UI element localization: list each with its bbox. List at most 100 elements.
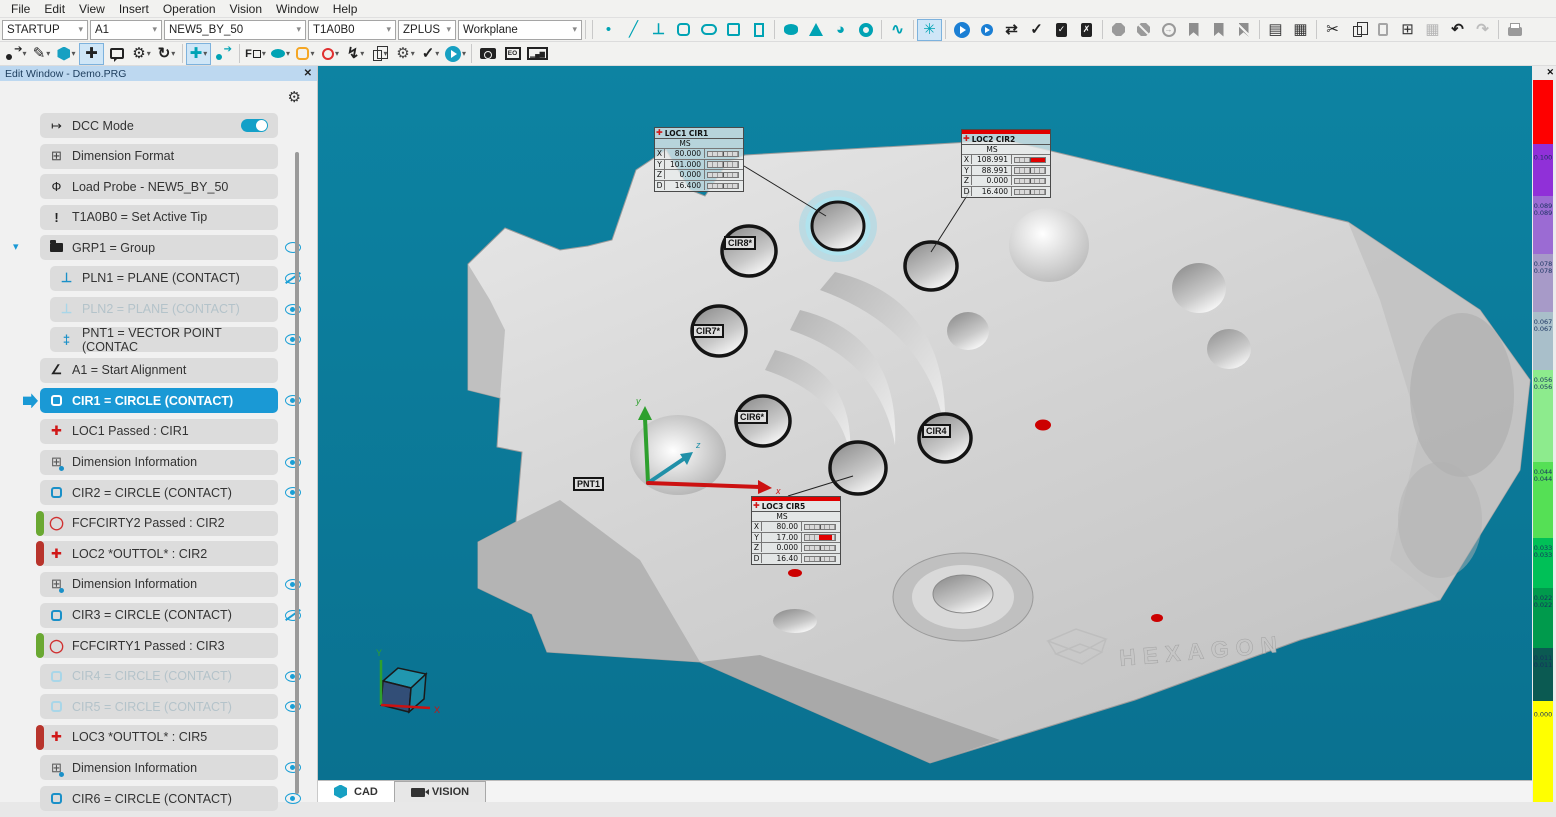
active-tip-dropdown[interactable]: T1A0B0▾ xyxy=(308,20,396,40)
paste-special-icon[interactable]: ⊞ xyxy=(1395,19,1420,41)
exposure-box-icon[interactable]: EO xyxy=(500,43,525,65)
path-settings-icon[interactable]: ⚙▾ xyxy=(393,43,418,65)
command-item[interactable]: ⊞Dimension Information xyxy=(40,450,278,475)
circle-icon[interactable] xyxy=(671,19,696,41)
command-item[interactable]: CIR5 = CIRCLE (CONTACT) xyxy=(40,694,278,719)
visibility-eye-icon[interactable] xyxy=(285,793,301,804)
ellipse-icon[interactable]: ▾ xyxy=(268,43,293,65)
report-window-icon[interactable]: ▦ xyxy=(1288,19,1313,41)
report-list-icon[interactable]: ▤ xyxy=(1263,19,1288,41)
sphere-icon[interactable]: ◕ xyxy=(828,19,853,41)
grid-icon[interactable]: ▦ xyxy=(1420,19,1445,41)
execute-from-cursor-icon[interactable] xyxy=(974,19,999,41)
feature-tag-pnt1[interactable]: PNT1 xyxy=(573,477,604,491)
menu-vision[interactable]: Vision xyxy=(223,2,269,16)
command-item[interactable]: ✚LOC1 Passed : CIR1 xyxy=(40,419,278,444)
report-check-icon[interactable]: ✓ xyxy=(1049,19,1074,41)
dimension-label-loc2-cir2[interactable]: ✚LOC2 CIR2MSX108.991Y88.991Z0.000D16.400 xyxy=(961,129,1051,198)
goto-icon[interactable]: → xyxy=(1156,19,1181,41)
command-item[interactable]: CIR6 = CIRCLE (CONTACT) xyxy=(40,786,278,811)
command-item[interactable]: ◯FCFCIRTY1 Passed : CIR3 xyxy=(40,633,278,658)
stop-disabled-icon[interactable] xyxy=(1131,19,1156,41)
pan-icon[interactable]: ✚ xyxy=(79,43,104,65)
menu-insert[interactable]: Insert xyxy=(112,2,156,16)
edit-cad-icon[interactable]: ✎▾ xyxy=(29,43,54,65)
command-item[interactable]: ФLoad Probe - NEW5_BY_50 xyxy=(40,174,278,199)
rounded-square-icon[interactable]: ▾ xyxy=(293,43,318,65)
panel-scrollbar[interactable] xyxy=(295,152,299,794)
undo-icon[interactable]: ↶ xyxy=(1445,19,1470,41)
paste-icon[interactable] xyxy=(1370,19,1395,41)
tab-vision[interactable]: VISION xyxy=(394,781,486,802)
menu-edit[interactable]: Edit xyxy=(37,2,72,16)
print-icon[interactable] xyxy=(1502,19,1527,41)
auto-feature-icon[interactable]: ✳ xyxy=(917,19,942,41)
quick-align-icon[interactable]: ↯▾ xyxy=(343,43,368,65)
rotate-view-icon[interactable]: ↻▾ xyxy=(154,43,179,65)
command-item[interactable]: ◯FCFCIRTY2 Passed : CIR2 xyxy=(40,511,278,536)
command-item[interactable]: ✚LOC3 *OUTTOL* : CIR5 xyxy=(40,725,278,750)
command-item[interactable]: ↦DCC Mode xyxy=(40,113,278,138)
probe-file-dropdown[interactable]: NEW5_BY_50▾ xyxy=(164,20,306,40)
workplane-dropdown[interactable]: Workplane▾ xyxy=(458,20,582,40)
alignment-dropdown[interactable]: A1▾ xyxy=(90,20,162,40)
command-item[interactable]: ⊞Dimension Information xyxy=(40,755,278,780)
round-slot-icon[interactable] xyxy=(696,19,721,41)
menu-help[interactable]: Help xyxy=(326,2,365,16)
feature-tag-cir7[interactable]: CIR7* xyxy=(692,324,724,338)
rectangle-icon[interactable] xyxy=(746,19,771,41)
run-icon[interactable]: ▾ xyxy=(443,43,468,65)
command-item[interactable]: GRP1 = Group xyxy=(40,235,278,260)
cad-viewport[interactable]: HEXAGON y z x Y X ✚LOC1 CIR1MSX80.000Y10… xyxy=(318,66,1532,780)
report-edit-icon[interactable]: ✗ xyxy=(1074,19,1099,41)
tab-cad[interactable]: CAD xyxy=(318,781,394,802)
feature-circle-cir5[interactable] xyxy=(830,442,886,494)
mark-done-icon[interactable]: ✓ xyxy=(1024,19,1049,41)
startup-dropdown[interactable]: STARTUP▾ xyxy=(2,20,88,40)
feature-tag-cir4[interactable]: CIR4 xyxy=(922,424,951,438)
gear-icon[interactable]: ⚙ xyxy=(288,88,301,106)
point-icon[interactable]: • xyxy=(596,19,621,41)
close-icon[interactable]: ✕ xyxy=(304,68,312,79)
verify-icon[interactable]: ✓▾ xyxy=(418,43,443,65)
cone-icon[interactable] xyxy=(803,19,828,41)
bookmark-icon[interactable] xyxy=(1181,19,1206,41)
stop-icon[interactable] xyxy=(1106,19,1131,41)
loop-icon[interactable]: ⇄ xyxy=(999,19,1024,41)
command-item[interactable]: ⊥PLN2 = PLANE (CONTACT) xyxy=(50,297,278,322)
command-item[interactable]: ⊞Dimension Information xyxy=(40,572,278,597)
menu-file[interactable]: File xyxy=(4,2,37,16)
command-item[interactable]: ⊞Dimension Format xyxy=(40,144,278,169)
command-item[interactable]: ‡PNT1 = VECTOR POINT (CONTAC xyxy=(50,327,278,352)
cylinder-icon[interactable] xyxy=(778,19,803,41)
expand-caret-icon[interactable]: ▾ xyxy=(13,240,19,253)
menu-operation[interactable]: Operation xyxy=(156,2,223,16)
plane-icon[interactable]: ⊥ xyxy=(646,19,671,41)
dimension-label-loc1-cir1[interactable]: ✚LOC1 CIR1MSX80.000Y101.000Z0.000D16.400 xyxy=(654,127,744,192)
torus-icon[interactable] xyxy=(853,19,878,41)
feature-tag-cir6[interactable]: CIR6* xyxy=(736,410,768,424)
feature-circle-cir4[interactable] xyxy=(919,414,971,462)
cut-icon[interactable]: ✂ xyxy=(1320,19,1345,41)
command-item[interactable]: ⊥PLN1 = PLANE (CONTACT) xyxy=(50,266,278,291)
comment-icon[interactable] xyxy=(104,43,129,65)
command-item[interactable]: !T1A0B0 = Set Active Tip xyxy=(40,205,278,230)
execute-icon[interactable] xyxy=(949,19,974,41)
circle-tool-icon[interactable]: ▾ xyxy=(318,43,343,65)
dcc-mode-toggle[interactable] xyxy=(241,119,268,132)
feature-circle-cir1[interactable] xyxy=(812,202,864,250)
feature-tag-cir8[interactable]: CIR8* xyxy=(724,236,756,250)
quick-measure-icon[interactable]: ▾ xyxy=(4,43,29,65)
line-icon[interactable]: ╱ xyxy=(621,19,646,41)
command-item[interactable]: CIR3 = CIRCLE (CONTACT) xyxy=(40,603,278,628)
snapshot-icon[interactable] xyxy=(475,43,500,65)
command-item[interactable]: ✚LOC2 *OUTTOL* : CIR2 xyxy=(40,541,278,566)
command-item[interactable]: ∠A1 = Start Alignment xyxy=(40,358,278,383)
bookmark-remove-icon[interactable] xyxy=(1231,19,1256,41)
feature-circle-cir8[interactable] xyxy=(722,226,776,276)
pages-icon[interactable]: ▾ xyxy=(368,43,393,65)
probe-mode-icon[interactable] xyxy=(211,43,236,65)
square-slot-icon[interactable] xyxy=(721,19,746,41)
dimension-label-loc3-cir5[interactable]: ✚LOC3 CIR5MSX80.00Y17.00Z0.000D16.40 xyxy=(751,496,841,565)
menu-window[interactable]: Window xyxy=(269,2,326,16)
